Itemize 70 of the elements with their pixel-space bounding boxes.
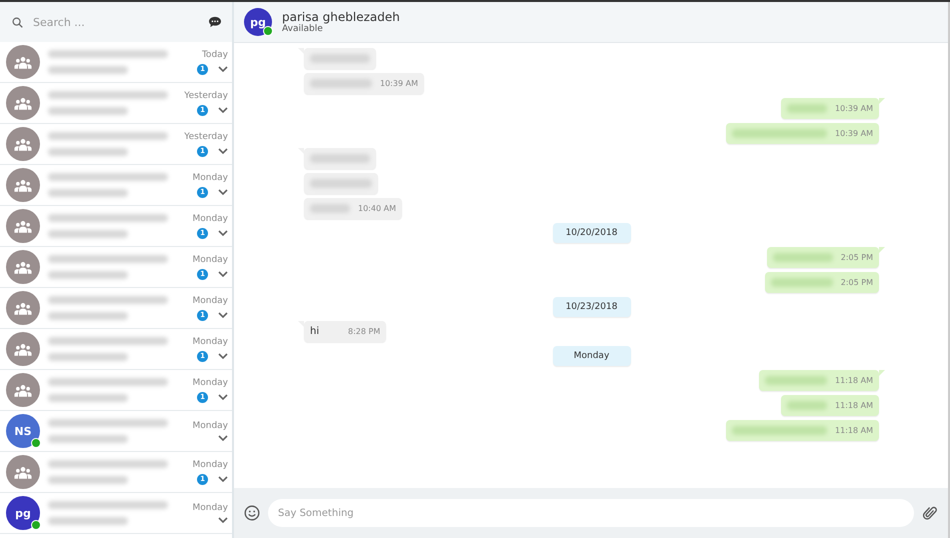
conversation-time: Monday [192,172,228,182]
user-avatar: NS [6,414,40,448]
message-time: 10:39 AM [380,79,418,88]
chevron-down-icon[interactable] [218,189,228,195]
group-avatar [6,45,40,79]
user-avatar: pg [6,496,40,530]
emoji-icon[interactable] [244,505,260,521]
message-time: 2:05 PM [840,278,873,287]
group-avatar [6,127,40,161]
new-chat-button[interactable] [206,14,224,30]
conversation-time: Monday [192,336,228,346]
conversation-time: Monday [192,254,228,264]
chevron-down-icon[interactable] [218,271,228,277]
redacted-message [310,179,372,188]
conversation-time: Today [202,50,228,60]
chevron-down-icon[interactable] [218,66,228,72]
redacted-message [310,79,372,88]
contact-status: Available [282,24,324,34]
conversation-time: Yesterday [184,132,228,142]
chevron-down-icon[interactable] [218,517,228,523]
redacted-message [787,104,828,113]
group-avatar [6,291,40,325]
redacted-message [310,54,370,63]
chevron-down-icon[interactable] [218,148,228,154]
redacted-message [310,204,350,213]
conversation-time: Monday [192,421,228,431]
group-avatar [6,455,40,489]
conversation-time: Monday [192,214,228,224]
message-time: 10:39 AM [835,104,873,113]
group-avatar [6,209,40,243]
message-input[interactable]: Say Something [268,499,914,527]
chevron-down-icon[interactable] [218,312,228,318]
group-avatar [6,250,40,284]
chevron-down-icon[interactable] [218,435,228,441]
message-time: 8:28 PM [348,327,380,336]
date-separator: 10/20/2018 [552,223,630,243]
conversation-item[interactable]: NS Monday [0,411,232,452]
redacted-message [772,253,833,262]
group-avatar [6,332,40,366]
date-separator: Monday [552,346,630,366]
conversation-item[interactable]: pg Monday [0,493,232,534]
message-time: 11:18 AM [835,376,873,385]
conversation-time: Monday [192,296,228,306]
contact-avatar: pg [244,8,272,36]
chevron-down-icon[interactable] [218,476,228,482]
message-text: hi [310,326,320,337]
chevron-down-icon[interactable] [218,394,228,400]
message-time: 10:39 AM [835,129,873,138]
group-avatar [6,373,40,407]
redacted-message [310,154,370,163]
conversation-time: Yesterday [184,90,228,100]
conversation-time: Monday [192,503,228,513]
conversation-time: Monday [192,460,228,470]
chevron-down-icon[interactable] [218,107,228,113]
group-avatar [6,168,40,202]
message-time: 10:40 AM [358,204,396,213]
chevron-down-icon[interactable] [218,353,228,359]
message-time: 2:05 PM [840,253,873,262]
chevron-down-icon[interactable] [218,230,228,236]
group-avatar [6,86,40,120]
paperclip-icon[interactable] [922,505,938,521]
contact-name: parisa gheblezadeh [282,10,400,24]
search-icon [12,16,23,28]
message-time: 11:18 AM [835,401,873,410]
date-separator: 10/23/2018 [552,297,630,317]
redacted-message [770,278,833,287]
redacted-message [765,376,828,385]
message-time: 11:18 AM [835,426,873,435]
conversation-time: Monday [192,378,228,388]
redacted-message [787,401,828,410]
